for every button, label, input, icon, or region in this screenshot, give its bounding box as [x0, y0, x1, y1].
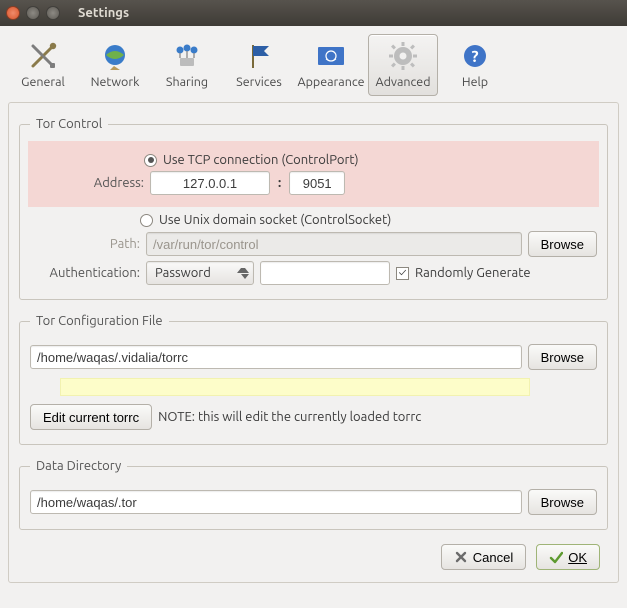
- radio-tcp[interactable]: [144, 154, 157, 167]
- address-port-separator: :: [276, 176, 283, 190]
- tor-control-legend: Tor Control: [30, 117, 108, 131]
- data-directory-input[interactable]: [30, 490, 522, 514]
- browse-torrc-button[interactable]: Browse: [528, 344, 597, 370]
- tab-label: Appearance: [297, 75, 364, 89]
- radio-tcp-label: Use TCP connection (ControlPort): [163, 153, 359, 167]
- torrc-path-input[interactable]: [30, 345, 522, 369]
- tab-label: Sharing: [166, 75, 208, 89]
- tab-label: Advanced: [375, 75, 430, 89]
- socket-path-input: [146, 232, 522, 256]
- tcp-highlight: Use TCP connection (ControlPort) Address…: [28, 141, 599, 207]
- tab-general[interactable]: General: [8, 34, 78, 96]
- edit-torrc-button[interactable]: Edit current torrc: [30, 404, 152, 430]
- auth-mode-select[interactable]: Password: [146, 261, 254, 285]
- tab-services[interactable]: Services: [224, 34, 294, 96]
- tab-label: Network: [91, 75, 140, 89]
- tab-network[interactable]: Network: [80, 34, 150, 96]
- port-input[interactable]: [289, 171, 345, 195]
- tab-advanced[interactable]: Advanced: [368, 34, 438, 96]
- browse-socket-button[interactable]: Browse: [528, 231, 597, 257]
- tab-sharing[interactable]: Sharing: [152, 34, 222, 96]
- svg-text:?: ?: [471, 48, 478, 66]
- cancel-button[interactable]: Cancel: [441, 544, 526, 570]
- flag-icon: [244, 39, 274, 73]
- un-flag-icon: [316, 39, 346, 73]
- settings-toolbar: General Network Sharing Services Appeara…: [8, 30, 619, 102]
- ok-check-icon: [549, 550, 563, 564]
- sharing-nodes-icon: [172, 39, 202, 73]
- tab-label: Help: [462, 75, 488, 89]
- radio-unix[interactable]: [140, 214, 153, 227]
- window-body: General Network Sharing Services Appeara…: [0, 26, 627, 593]
- radio-unix-label: Use Unix domain socket (ControlSocket): [159, 213, 391, 227]
- tor-control-group: Tor Control Use TCP connection (ControlP…: [19, 117, 608, 300]
- window-maximize-button[interactable]: [46, 6, 60, 20]
- edit-torrc-note: NOTE: this will edit the currently loade…: [158, 410, 421, 424]
- data-directory-group: Data Directory Browse: [19, 459, 608, 530]
- globe-network-icon: [100, 39, 130, 73]
- auth-mode-value: Password: [155, 266, 211, 280]
- wrench-screwdriver-icon: [28, 39, 58, 73]
- random-generate-checkbox[interactable]: [396, 267, 409, 280]
- path-label: Path:: [30, 237, 140, 251]
- browse-datadir-button[interactable]: Browse: [528, 489, 597, 515]
- cancel-icon: [454, 550, 468, 564]
- gear-icon: [387, 39, 419, 73]
- window-title: Settings: [78, 6, 129, 20]
- warning-strip: [60, 378, 530, 396]
- address-input[interactable]: [150, 171, 270, 195]
- address-label: Address:: [34, 176, 144, 190]
- auth-label: Authentication:: [30, 266, 140, 280]
- window-minimize-button[interactable]: [26, 6, 40, 20]
- tab-appearance[interactable]: Appearance: [296, 34, 366, 96]
- tab-label: General: [21, 75, 65, 89]
- config-file-group: Tor Configuration File Browse Edit curre…: [19, 314, 608, 445]
- tab-label: Services: [236, 75, 282, 89]
- ok-button[interactable]: OK: [536, 544, 600, 570]
- advanced-panel: Tor Control Use TCP connection (ControlP…: [8, 102, 619, 583]
- tab-help[interactable]: ? Help: [440, 34, 510, 96]
- random-generate-label: Randomly Generate: [415, 266, 531, 280]
- window-close-button[interactable]: [6, 6, 20, 20]
- help-icon: ?: [460, 39, 490, 73]
- dialog-footer: Cancel OK: [19, 536, 608, 570]
- data-directory-legend: Data Directory: [30, 459, 127, 473]
- auth-password-input[interactable]: [260, 261, 390, 285]
- titlebar: Settings: [0, 0, 627, 26]
- config-file-legend: Tor Configuration File: [30, 314, 169, 328]
